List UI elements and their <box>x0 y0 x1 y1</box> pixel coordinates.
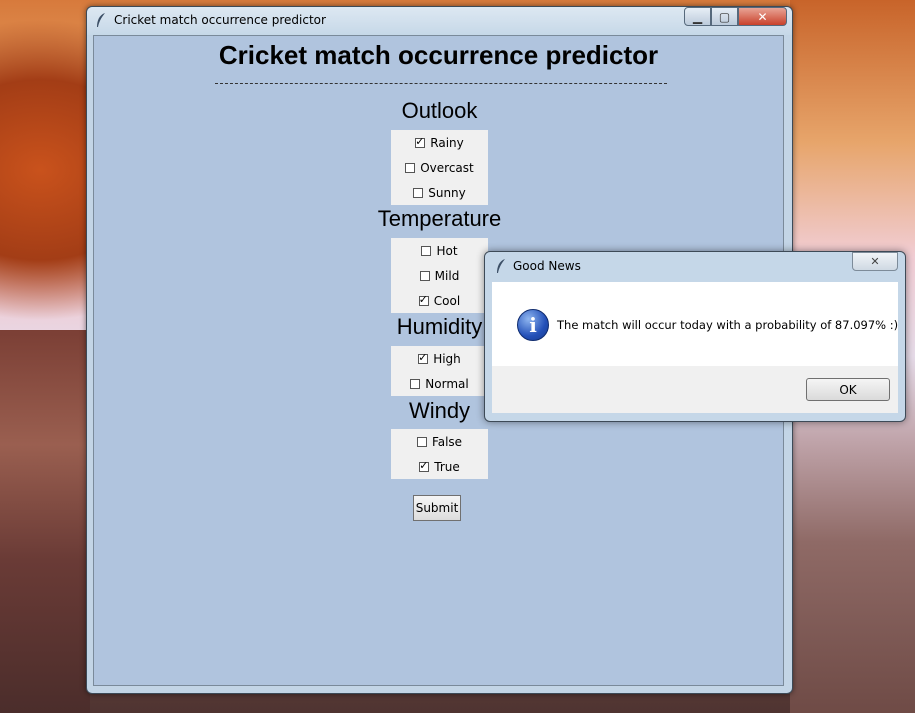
feather-icon <box>497 259 505 273</box>
checkbox-label: False <box>431 434 463 449</box>
temperature-title: Temperature <box>377 206 502 231</box>
checkbox-box[interactable] <box>410 378 421 389</box>
checkbox-box[interactable] <box>405 162 416 173</box>
checkbox-high[interactable]: High <box>391 346 488 371</box>
humidity-options: High Normal <box>391 346 488 396</box>
good-news-dialog: Good News ✕ i The match will occur today… <box>484 251 906 422</box>
checkbox-label: True <box>434 459 460 474</box>
maximize-button[interactable]: ▢ <box>711 7 738 26</box>
checkbox-normal[interactable]: Normal <box>391 371 488 396</box>
checkbox-box[interactable] <box>419 459 430 472</box>
temperature-options: Hot Mild Cool <box>391 238 488 313</box>
window-controls: ▁ ▢ ✕ <box>684 7 787 26</box>
dialog-message: The match will occur today with a probab… <box>557 318 899 332</box>
dialog-body: i The match will occur today with a prob… <box>492 282 898 366</box>
checkbox-mild[interactable]: Mild <box>391 263 488 288</box>
checkbox-label: Overcast <box>420 160 474 175</box>
checkbox-label: High <box>433 351 461 366</box>
checkbox-box[interactable] <box>421 245 432 256</box>
checkbox-overcast[interactable]: Overcast <box>391 155 488 180</box>
dialog-footer: OK <box>492 366 898 413</box>
checkbox-cool[interactable]: Cool <box>391 288 488 313</box>
ok-button[interactable]: OK <box>806 378 890 401</box>
outlook-options: Rainy Overcast Sunny <box>391 130 488 205</box>
minimize-button[interactable]: ▁ <box>684 7 711 26</box>
checkbox-box[interactable] <box>418 293 429 306</box>
checkbox-label: Normal <box>425 376 469 391</box>
outlook-title: Outlook <box>401 98 478 123</box>
checkbox-box[interactable] <box>416 436 427 447</box>
checkbox-label: Mild <box>434 268 460 283</box>
checkbox-rainy[interactable]: Rainy <box>391 130 488 155</box>
checkbox-box[interactable] <box>418 351 429 364</box>
close-button[interactable]: ✕ <box>738 7 787 26</box>
checkbox-box[interactable] <box>413 187 424 198</box>
feather-icon <box>97 13 105 27</box>
checkbox-sunny[interactable]: Sunny <box>391 180 488 205</box>
app-heading: Cricket match occurrence predictor <box>218 40 659 70</box>
checkbox-label: Sunny <box>428 185 466 200</box>
desktop-background <box>0 330 90 713</box>
checkbox-label: Hot <box>436 243 458 258</box>
checkbox-true[interactable]: True <box>391 454 488 479</box>
dialog-title: Good News <box>513 259 581 273</box>
checkbox-box[interactable] <box>415 135 426 148</box>
dialog-close-button[interactable]: ✕ <box>852 252 898 271</box>
info-icon: i <box>517 309 549 341</box>
checkbox-hot[interactable]: Hot <box>391 238 488 263</box>
title-bar[interactable]: Cricket match occurrence predictor ▁ ▢ ✕ <box>87 7 792 35</box>
checkbox-false[interactable]: False <box>391 429 488 454</box>
window-title: Cricket match occurrence predictor <box>114 13 326 27</box>
windy-options: False True <box>391 429 488 479</box>
submit-button[interactable]: Submit <box>413 495 461 521</box>
separator-line <box>215 83 667 84</box>
checkbox-box[interactable] <box>419 270 430 281</box>
checkbox-label: Cool <box>433 293 461 308</box>
checkbox-label: Rainy <box>430 135 464 150</box>
